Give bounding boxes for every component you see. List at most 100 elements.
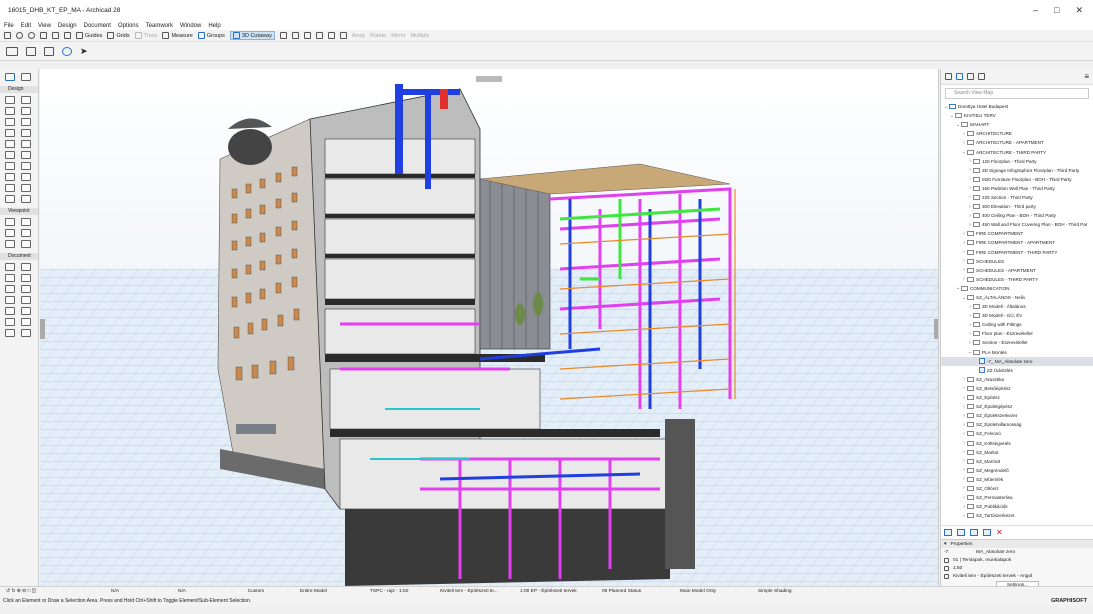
home-icon[interactable] [4, 32, 11, 39]
view-map-folder-item[interactable]: › SZ_Építész [941, 393, 1093, 402]
view-map-folder-item[interactable]: › SZ_Oltóvíz [941, 484, 1093, 493]
undo-icon[interactable] [16, 32, 23, 39]
guides-button[interactable]: Guides [76, 32, 102, 39]
stair-tool-icon[interactable] [5, 140, 15, 148]
shell-tool-icon[interactable] [5, 162, 15, 170]
3d-viewport[interactable] [40, 69, 939, 586]
spline-tool-icon[interactable] [21, 318, 31, 326]
trace-button[interactable]: Trace [134, 32, 157, 39]
sun-tool-icon[interactable] [21, 329, 31, 337]
array-button[interactable]: Array [352, 33, 365, 39]
change-tool-icon[interactable] [21, 240, 31, 248]
cutaway-button[interactable]: 3D Cutaway [229, 31, 275, 40]
zone-tool-icon[interactable] [5, 151, 15, 159]
rotate-icon[interactable] [291, 32, 299, 39]
object-tool-icon[interactable] [5, 173, 15, 181]
fill-tool-icon[interactable] [5, 285, 15, 293]
dimension-tool-icon[interactable] [5, 263, 15, 271]
duct-tool-icon[interactable] [5, 195, 15, 203]
view-map-folder-item[interactable]: › SCHEDULES [941, 257, 1093, 266]
view-map-folder-item[interactable]: › SZ_Marriott [941, 457, 1093, 466]
lamp-tool-icon[interactable] [21, 173, 31, 181]
layout-book-icon[interactable] [967, 73, 974, 80]
view-name[interactable]: MA_Absolute zero [976, 550, 1015, 555]
wall-tool-icon[interactable] [5, 96, 15, 104]
view-map-folder-item[interactable]: ⌄ Dorottya Hotel Budapest [941, 102, 1093, 111]
view-map-folder-item[interactable]: › SZ_Költségvetés [941, 438, 1093, 447]
layer-dropdown[interactable]: TSPC - rajz - 1:50 [364, 589, 434, 594]
railing-tool-icon[interactable] [21, 140, 31, 148]
door-tool-icon[interactable] [5, 129, 15, 137]
view-map-icon[interactable] [956, 73, 963, 80]
panel-menu-icon[interactable]: ≡ [1084, 72, 1089, 81]
interior-elevation-tool-icon[interactable] [5, 229, 15, 237]
menu-document[interactable]: Document [84, 23, 111, 29]
mirror-button[interactable]: Mirror [391, 33, 405, 39]
slab-tool-icon[interactable] [5, 118, 15, 126]
view-map-folder-item[interactable]: › 300 Elevation - Third party [941, 202, 1093, 211]
view-map-folder-item[interactable]: ⌄ SZ_ÁLTALÁNOS - Nelív [941, 293, 1093, 302]
multiply-button[interactable]: Multiply [411, 33, 430, 39]
arrow-tool-icon[interactable] [6, 46, 18, 56]
rotate-view-icon[interactable] [62, 46, 72, 56]
view-map-folder-item[interactable]: › ARCHITECTURE [941, 129, 1093, 138]
toolbox-section-viewpoint[interactable]: Viewpoint [0, 208, 38, 215]
menu-options[interactable]: Options [118, 23, 139, 29]
column-tool-icon[interactable] [5, 107, 15, 115]
mvo-dropdown[interactable]: 1:00 EP - Építészeti tervek [514, 589, 596, 594]
rotate-button[interactable]: Rotate [370, 33, 386, 39]
view-map-folder-item[interactable]: › Ceiling with Fittings [941, 320, 1093, 329]
properties-layer-row[interactable]: 01 | Tervlapok, munkalapok [941, 556, 1093, 564]
delete-icon[interactable]: ✕ [996, 528, 1003, 537]
open-view-icon[interactable] [983, 529, 991, 536]
view-map-folder-item[interactable]: › Section - Észrevétellel [941, 338, 1093, 347]
text-tool-icon[interactable] [5, 274, 15, 282]
line-tool-icon[interactable] [21, 285, 31, 293]
label-tool-icon[interactable] [21, 274, 31, 282]
view-map-folder-item[interactable]: › 400 Ceiling Plan - BOH - Third Party [941, 211, 1093, 220]
view-map-folder-item[interactable]: › SCHEDULES - APARTMENT [941, 266, 1093, 275]
view-map-folder-item[interactable]: › SZ_Publikációk [941, 502, 1093, 511]
pen-set-dropdown[interactable]: Kiviteli terv - Építészeti te... [434, 589, 514, 594]
opening-tool-icon[interactable] [5, 184, 15, 192]
close-icon[interactable]: ✕ [1075, 5, 1083, 16]
arrow-select-icon[interactable] [5, 73, 15, 81]
view-map-folder-item[interactable]: ⌄ KIVITELI TERV [941, 111, 1093, 120]
view-map-view-item[interactable]: ZZ Üdvözlés [941, 366, 1093, 375]
drawing-tool-icon[interactable] [5, 307, 15, 315]
pen-icon[interactable] [52, 32, 59, 39]
view-map-folder-item[interactable]: › FIRE COMPARTMENT [941, 229, 1093, 238]
toolbox-section-design[interactable]: Design [0, 86, 38, 93]
toolbox-section-document[interactable]: Document [0, 253, 38, 260]
mirror-icon[interactable] [303, 32, 311, 39]
view-map-folder-item[interactable]: › SZ_Permasterlisa [941, 493, 1093, 502]
view-map-folder-item[interactable]: › 160 Partition Wall Plan - Third Party [941, 184, 1093, 193]
view-map-folder-item[interactable]: › SCHEDULES - THIRD PARTY [941, 275, 1093, 284]
stretch-icon[interactable] [339, 32, 347, 39]
window-tool-icon[interactable] [21, 129, 31, 137]
view-map-folder-item[interactable]: › 2D Signage Infographics Floorplan - Thi… [941, 166, 1093, 175]
view-map-folder-item[interactable]: › M20 Furniture Floorplan - BOH - Third P… [941, 175, 1093, 184]
view-map-folder-item[interactable]: › SZ_Épületgépész [941, 402, 1093, 411]
view-map-folder-item[interactable]: › SZ_Akusztika [941, 375, 1093, 384]
marquee-select-icon[interactable] [21, 73, 31, 81]
view-map-folder-item[interactable]: › 3D Modell - GÜ, ÉV [941, 311, 1093, 320]
view-map-folder-item[interactable]: › SZ_Tartószerkezet [941, 511, 1093, 520]
worksheet-tool-icon[interactable] [21, 229, 31, 237]
menu-file[interactable]: File [4, 23, 14, 29]
pipe-tool-icon[interactable] [21, 195, 31, 203]
view-map-folder-item[interactable]: › SZ_Megrendelő [941, 466, 1093, 475]
view-map-folder-item[interactable]: › ARCHITECTURE - APARTMENT [941, 138, 1093, 147]
clone-folder-icon[interactable] [970, 529, 978, 536]
pick-up-icon[interactable] [40, 32, 47, 39]
view-map-folder-item[interactable]: › Floor plan - Észrevétellel [941, 329, 1093, 338]
detail-tool-icon[interactable] [5, 240, 15, 248]
morph-tool-icon[interactable] [21, 162, 31, 170]
menu-view[interactable]: View [38, 23, 51, 29]
filter-dropdown[interactable]: Entire Model [294, 589, 364, 594]
renovation-dropdown[interactable]: 06 Planned Status [596, 589, 674, 594]
properties-mvo-row[interactable]: Kiviteli terv - Építészeti tervek - Ango… [941, 572, 1093, 580]
view-map-folder-item[interactable]: › SZ_Műemlék [941, 475, 1093, 484]
view-map-folder-item[interactable]: › 450 Wall and Floor Covering Plan - BOH … [941, 220, 1093, 229]
view-map-folder-item[interactable]: › FIRE COMPARTMENT - APARTMENT [941, 238, 1093, 247]
